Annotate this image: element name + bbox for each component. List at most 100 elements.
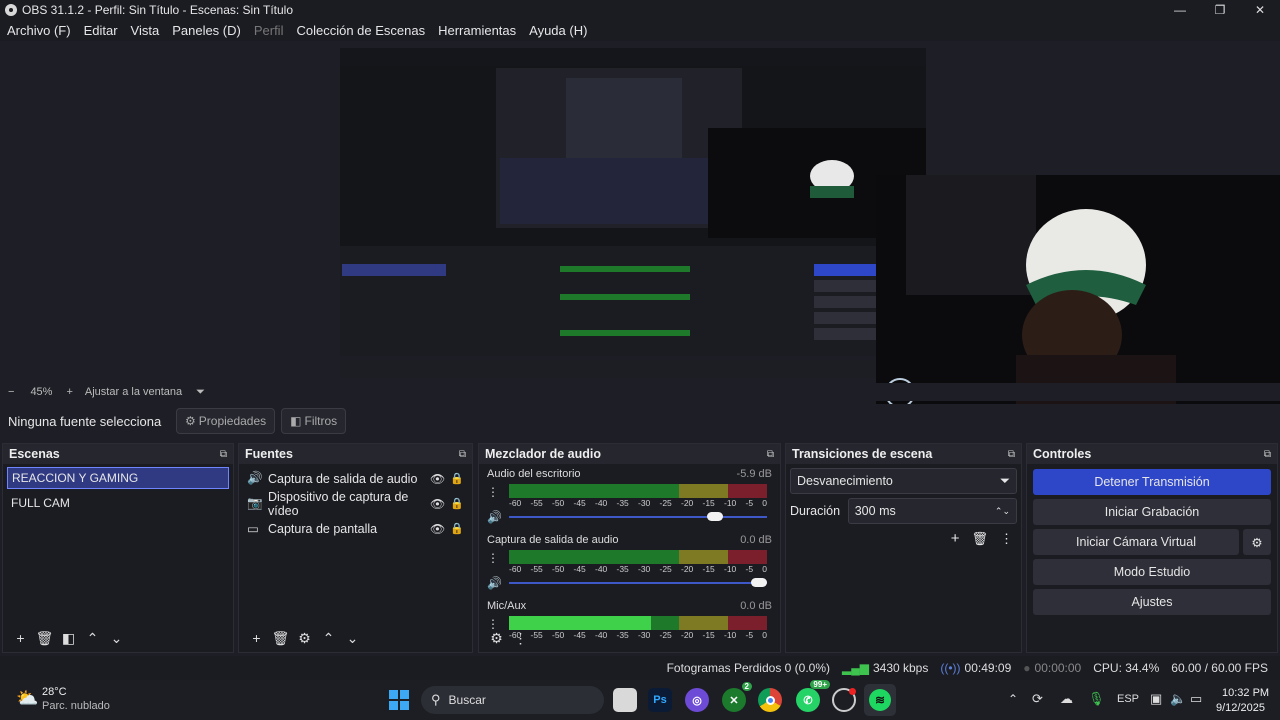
volume-slider[interactable]: 🔊 — [487, 576, 767, 590]
zoom-in-button[interactable]: + — [66, 386, 72, 398]
menu-vista[interactable]: Vista — [131, 23, 160, 38]
duration-spinbox[interactable]: 300 ms ⌃⌄ — [847, 498, 1017, 524]
menu-perfil[interactable]: Perfil — [254, 23, 284, 38]
properties-button[interactable]: ⚙ Propiedades — [176, 408, 276, 434]
undock-icon[interactable]: ⧉ — [459, 449, 466, 460]
volume-slider[interactable]: 🔊 — [487, 510, 767, 524]
add-icon[interactable]: + — [951, 530, 960, 547]
menu-herramientas[interactable]: Herramientas — [438, 23, 516, 38]
source-item[interactable]: ▭ Captura de pantalla 👁 🔒 — [239, 516, 472, 541]
kebab-menu-icon[interactable]: ⋮ — [487, 550, 499, 566]
menu-paneles[interactable]: Paneles (D) — [172, 23, 241, 38]
add-icon[interactable]: + — [9, 628, 32, 648]
sync-icon[interactable]: ⟳ — [1032, 691, 1043, 707]
nested-obs-capture-image — [340, 48, 926, 378]
menu-coleccion-escenas[interactable]: Colección de Escenas — [296, 23, 425, 38]
move-down-icon[interactable]: ⌄ — [105, 628, 128, 648]
scale-tick-label: -25 — [659, 498, 672, 508]
spotify-icon-wrap[interactable]: ≋ — [864, 684, 896, 716]
undock-icon[interactable]: ⧉ — [1008, 449, 1015, 460]
track-db: -5.9 dB — [736, 468, 772, 480]
scene-item[interactable]: REACCION Y GAMING — [7, 467, 229, 489]
undock-icon[interactable]: ⧉ — [767, 449, 774, 460]
slider-track — [509, 582, 767, 584]
xbox-icon[interactable]: ✕ 2 — [722, 682, 752, 712]
gear-icon[interactable]: ⚙ — [293, 628, 316, 648]
scale-tick-label: -55 — [530, 564, 543, 574]
kebab-menu-icon[interactable]: ⋮ — [509, 628, 532, 648]
record-dot-icon: ● — [1023, 661, 1031, 675]
speaker-icon[interactable]: 🔊 — [487, 576, 502, 590]
kebab-menu-icon[interactable]: ⋮ — [487, 484, 499, 500]
source-item[interactable]: 📷 Dispositivo de captura de vídeo 👁 🔒 — [239, 489, 472, 518]
maximize-button[interactable]: ❐ — [1200, 0, 1240, 20]
scene-item[interactable]: FULL CAM — [7, 492, 229, 514]
lock-icon[interactable]: 🔒 — [450, 522, 472, 535]
source-label: Dispositivo de captura de vídeo — [268, 489, 409, 518]
move-up-icon[interactable]: ⌃ — [317, 628, 340, 648]
undock-icon[interactable]: ⧉ — [220, 449, 227, 460]
settings-button[interactable]: Ajustes — [1033, 589, 1271, 615]
visibility-eye-icon[interactable]: 👁 — [430, 472, 450, 486]
add-icon[interactable]: + — [245, 628, 268, 648]
mixer-title: Mezclador de audio — [485, 447, 601, 461]
filters-label: Filtros — [304, 414, 338, 428]
lock-icon[interactable]: 🔒 — [450, 497, 472, 510]
visibility-eye-icon[interactable]: 👁 — [430, 522, 450, 536]
virtual-camera-button[interactable]: Iniciar Cámara Virtual — [1033, 529, 1239, 555]
chrome-icon[interactable] — [758, 688, 782, 712]
menu-archivo[interactable]: Archivo (F) — [7, 23, 71, 38]
windows-start-icon[interactable] — [389, 690, 409, 710]
speaker-icon[interactable]: 🔊 — [487, 510, 502, 524]
virtual-camera-gear-icon[interactable]: ⚙ — [1243, 529, 1271, 555]
visibility-eye-icon[interactable]: 👁 — [430, 497, 450, 511]
minimize-button[interactable]: — — [1160, 0, 1200, 20]
move-down-icon[interactable]: ⌄ — [341, 628, 364, 648]
transition-select[interactable]: Desvanecimiento ⏷ — [790, 468, 1017, 494]
slider-knob[interactable] — [707, 512, 723, 521]
zoom-bar: − 45% + Ajustar a la ventana ⏷ — [0, 383, 1280, 401]
undock-icon[interactable]: ⧉ — [1264, 449, 1271, 460]
file-explorer-icon[interactable] — [613, 688, 637, 712]
advanced-audio-gear-icon[interactable]: ⚙ — [485, 628, 508, 648]
studio-mode-button[interactable]: Modo Estudio — [1033, 559, 1271, 585]
taskbar-search-box[interactable]: ⚲ Buscar — [421, 686, 604, 714]
clock-time[interactable]: 10:32 PM — [1222, 687, 1269, 699]
controls-dock: Controles ⧉ Detener Transmisión Iniciar G… — [1026, 443, 1278, 653]
scene-filter-icon[interactable]: ◧ — [57, 628, 80, 648]
network-icon[interactable]: ▣ — [1150, 691, 1162, 707]
clock-date[interactable]: 9/12/2025 — [1216, 702, 1265, 714]
onedrive-cloud-icon[interactable]: ☁ — [1060, 691, 1073, 707]
start-recording-button[interactable]: Iniciar Grabación — [1033, 499, 1271, 525]
close-button[interactable]: ✕ — [1240, 0, 1280, 20]
track-db: 0.0 dB — [740, 600, 772, 612]
spin-arrows-icon[interactable]: ⌃⌄ — [995, 506, 1010, 517]
trash-icon[interactable]: 🗑 — [269, 628, 292, 648]
stop-stream-button[interactable]: Detener Transmisión — [1033, 469, 1271, 495]
zoom-dropdown-icon[interactable]: ⏷ — [196, 386, 205, 399]
trash-icon[interactable]: 🗑 — [33, 628, 56, 648]
zoom-out-button[interactable]: − — [8, 386, 14, 398]
source-item[interactable]: 🔊 Captura de salida de audio 👁 🔒 — [239, 466, 472, 491]
obs-recording-icon[interactable] — [832, 688, 856, 712]
no-source-label: Ninguna fuente selecciona — [8, 413, 162, 429]
filters-button[interactable]: ◧ Filtros — [281, 408, 347, 434]
trash-icon[interactable]: 🗑 — [971, 531, 988, 547]
obs-taskbar-icon[interactable]: ◎ — [685, 688, 709, 712]
menu-ayuda[interactable]: Ayuda (H) — [529, 23, 587, 38]
scenes-title: Escenas — [9, 447, 60, 461]
battery-icon[interactable]: ▭ — [1190, 691, 1202, 707]
language-indicator[interactable]: ESP — [1117, 693, 1139, 705]
duration-value: 300 ms — [854, 504, 896, 518]
kebab-menu-icon[interactable]: ⋮ — [1000, 531, 1013, 547]
photoshop-icon[interactable]: Ps — [648, 688, 672, 712]
menu-editar[interactable]: Editar — [84, 23, 118, 38]
scale-tick-label: -35 — [616, 498, 629, 508]
lock-icon[interactable]: 🔒 — [450, 472, 472, 485]
volume-icon[interactable]: 🔈 — [1170, 691, 1186, 707]
tray-chevron-icon[interactable]: ⌃ — [1008, 692, 1018, 706]
move-up-icon[interactable]: ⌃ — [81, 628, 104, 648]
slider-knob[interactable] — [751, 578, 767, 587]
microphone-icon[interactable]: 🎙 — [1088, 691, 1105, 707]
whatsapp-icon[interactable]: ✆ 99+ — [796, 680, 830, 712]
